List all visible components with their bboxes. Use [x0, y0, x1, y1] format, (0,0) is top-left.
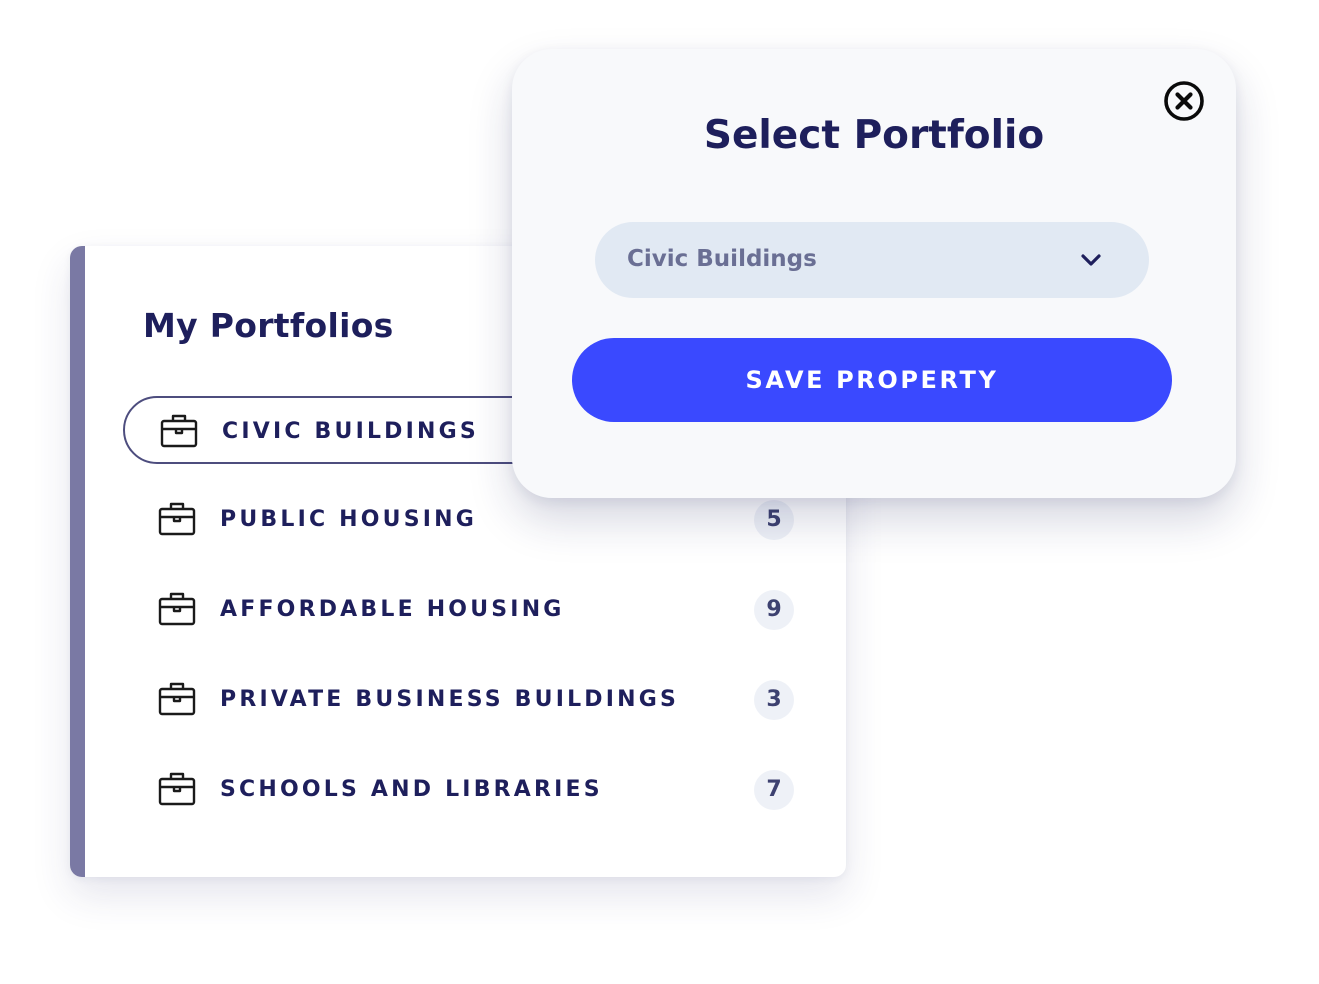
portfolio-item-private-business-buildings[interactable]: PRIVATE BUSINESS BUILDINGS 3 [123, 666, 803, 734]
portfolio-count-badge: 9 [754, 590, 794, 630]
portfolio-item-label: SCHOOLS AND LIBRARIES [220, 777, 603, 802]
select-portfolio-modal: Select Portfolio Civic Buildings SAVE PR… [512, 49, 1236, 498]
portfolio-item-label: CIVIC BUILDINGS [222, 419, 479, 444]
portfolio-select-value: Civic Buildings [627, 246, 817, 272]
portfolio-count-badge: 3 [754, 680, 794, 720]
portfolio-item-schools-and-libraries[interactable]: SCHOOLS AND LIBRARIES 7 [123, 756, 803, 824]
card-accent-bar [70, 246, 85, 877]
briefcase-icon [160, 414, 198, 448]
portfolio-count-badge: 5 [754, 500, 794, 540]
briefcase-icon [158, 682, 196, 716]
chevron-down-icon [1081, 254, 1101, 266]
portfolio-select[interactable]: Civic Buildings [595, 222, 1149, 298]
portfolios-title: My Portfolios [143, 306, 394, 345]
briefcase-icon [158, 772, 196, 806]
stage: My Portfolios CIVIC BUILDINGS PUBLIC HOU… [0, 0, 1319, 984]
briefcase-icon [158, 502, 196, 536]
portfolio-item-label: AFFORDABLE HOUSING [220, 597, 565, 622]
portfolio-count-badge: 7 [754, 770, 794, 810]
briefcase-icon [158, 592, 196, 626]
portfolio-item-label: PUBLIC HOUSING [220, 507, 478, 532]
modal-title: Select Portfolio [703, 113, 1045, 158]
portfolio-item-affordable-housing[interactable]: AFFORDABLE HOUSING 9 [123, 576, 803, 644]
close-icon[interactable] [1163, 80, 1205, 122]
save-property-button[interactable]: SAVE PROPERTY [572, 338, 1172, 422]
portfolio-item-label: PRIVATE BUSINESS BUILDINGS [220, 687, 680, 712]
